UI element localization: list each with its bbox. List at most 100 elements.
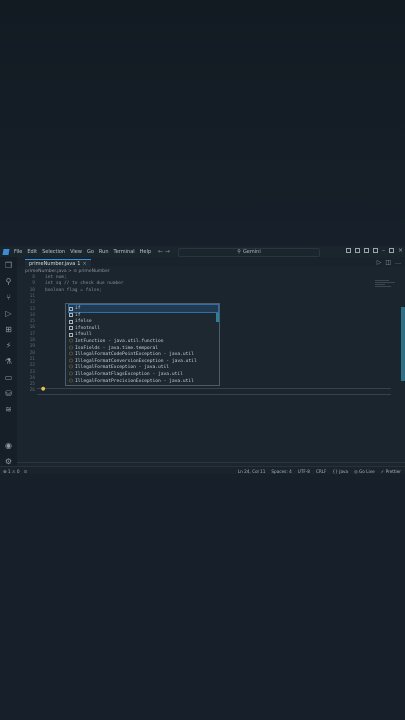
tab-primenumber[interactable]: primeNumber.java 1 × — [25, 259, 91, 268]
search-icon: ⚲ — [237, 249, 241, 255]
line-number: 12 — [29, 300, 35, 306]
class-icon: ⬡ — [69, 352, 74, 358]
editor-tabs: primeNumber.java 1 × ▷ ◫ … — [17, 257, 405, 268]
title-bar: File Edit Selection View Go Run Terminal… — [0, 246, 405, 257]
vscode-window: File Edit Selection View Go Run Terminal… — [0, 246, 405, 475]
menu-edit[interactable]: Edit — [27, 249, 37, 255]
line-number: 10 — [29, 287, 35, 293]
menu-selection[interactable]: Selection — [42, 249, 65, 255]
snippet-icon — [69, 332, 73, 337]
prettier-status[interactable]: ✓ Prettier — [381, 469, 401, 474]
customize-layout-icon[interactable] — [372, 248, 378, 253]
menu-help[interactable]: Help — [140, 249, 151, 255]
editor-scrollbar[interactable] — [401, 307, 405, 381]
toggle-panel-icon[interactable] — [354, 248, 360, 253]
menu-bar: File Edit Selection View Go Run Terminal… — [14, 249, 151, 255]
keyword-icon — [69, 306, 73, 311]
command-center-label: Gemini — [242, 249, 261, 255]
go-live-button[interactable]: ◎ Go Live — [354, 469, 375, 474]
run-debug-icon[interactable]: ▷ — [4, 309, 13, 318]
encoding[interactable]: UTF-8 — [298, 469, 310, 474]
current-line-highlight — [37, 388, 391, 395]
language-mode[interactable]: {} Java — [333, 469, 349, 474]
line-number: 21 — [29, 356, 35, 362]
suggestion-item[interactable]: ⬡ IllegalFormatPrecisionException - java.… — [69, 378, 218, 385]
nav-arrows[interactable]: ← → — [158, 248, 170, 255]
toggle-secondary-sidebar-icon[interactable] — [363, 248, 369, 253]
class-icon: ⬡ — [69, 378, 74, 384]
run-icon[interactable]: ▷ — [377, 259, 382, 266]
ports-indicator[interactable]: ⊙ — [24, 469, 28, 474]
line-number: 15 — [29, 319, 35, 325]
suggestion-label: ifelse — [75, 319, 92, 325]
extensions-icon[interactable]: ⊞ — [4, 325, 13, 334]
code-editor[interactable]: 8 9 10 11 12 13 14 15 16 17 18 19 20 21 … — [17, 275, 405, 462]
database-icon[interactable]: ⛁ — [4, 389, 13, 398]
vscode-logo-icon — [2, 248, 10, 255]
indentation[interactable]: Spaces: 4 — [271, 469, 291, 474]
line-number: 13 — [29, 306, 35, 312]
activity-bar: ❐ ⚲ ⑂ ▷ ⊞ ⚡ ⚗ ▭ ⛁ ≋ ◉ ⚙ — [0, 257, 17, 474]
line-number: 11 — [29, 293, 35, 299]
suggestion-label: ifnull — [75, 332, 92, 338]
status-right: Ln 24, Col 11 Spaces: 4 UTF-8 CRLF {} Ja… — [238, 469, 401, 474]
command-center-search[interactable]: ⚲ Gemini — [178, 247, 320, 257]
suggestion-label: IllegalFormatCodePointException - java.u… — [75, 352, 194, 358]
line-number: 23 — [29, 369, 35, 375]
line-number: 26 — [29, 388, 35, 394]
menu-view[interactable]: View — [70, 249, 82, 255]
close-icon[interactable]: × — [82, 261, 86, 267]
suggestion-label: IllegalFormatPrecisionException - java.u… — [75, 378, 194, 384]
remote-explorer-icon[interactable]: ▭ — [4, 373, 13, 382]
account-icon[interactable]: ◉ — [4, 441, 13, 450]
menu-file[interactable]: File — [14, 249, 22, 255]
suggestion-label: IntFunction - java.util.function — [75, 339, 164, 344]
cursor-position[interactable]: Ln 24, Col 11 — [238, 469, 266, 474]
class-icon: ⬡ — [69, 345, 74, 351]
editor-actions: ▷ ◫ … — [377, 259, 401, 266]
line-number: 24 — [29, 375, 35, 381]
line-number: 17 — [29, 331, 35, 337]
snippet-icon — [69, 326, 73, 331]
class-icon: ⬡ — [69, 365, 74, 371]
minimap[interactable] — [375, 279, 397, 288]
settings-gear-icon[interactable]: ⚙ — [4, 457, 13, 466]
breadcrumb[interactable]: primeNumber.java > ⊙ primeNumber — [25, 269, 110, 274]
panel-divider — [17, 462, 405, 463]
suggestion-label: IllegalFormatConversionException - java.… — [75, 358, 197, 364]
suggestion-label: IllegalFormatFlagsException - java.util — [75, 372, 183, 377]
line-number: 19 — [29, 344, 35, 350]
menu-go[interactable]: Go — [87, 249, 94, 255]
line-ending[interactable]: CRLF — [316, 469, 327, 474]
testing-icon[interactable]: ⚗ — [4, 357, 13, 366]
layers-icon[interactable]: ≋ — [4, 405, 13, 414]
lightbulb-icon[interactable]: ● — [41, 386, 45, 392]
class-icon: ⬡ — [69, 358, 74, 364]
source-control-icon[interactable]: ⑂ — [4, 293, 13, 302]
split-editor-icon[interactable]: ◫ — [385, 259, 391, 266]
suggestion-label: IllegalFormatException - java.util — [75, 365, 170, 371]
minimize-icon[interactable]: – — [382, 248, 385, 254]
line-number: 20 — [29, 350, 35, 356]
menu-terminal[interactable]: Terminal — [114, 249, 135, 255]
maximize-icon[interactable] — [388, 248, 394, 253]
line-number: 9 — [32, 281, 35, 287]
menu-run[interactable]: Run — [99, 249, 109, 255]
search-icon[interactable]: ⚲ — [4, 277, 13, 286]
live-share-icon[interactable]: ⚡ — [4, 341, 13, 350]
snippet-icon — [69, 319, 73, 324]
suggestion-label: if — [75, 312, 81, 318]
line-number: 25 — [29, 382, 35, 388]
line-number: 14 — [29, 312, 35, 318]
suggestion-widget: if if ifelse ifnotnull ifnull ⬡ IntFuncti… — [65, 303, 220, 386]
suggestion-label: if — [75, 306, 81, 311]
code-line: boolean flag = false; — [45, 287, 102, 293]
explorer-icon[interactable]: ❐ — [4, 261, 13, 270]
more-actions-icon[interactable]: … — [395, 259, 401, 266]
keyword-icon — [69, 313, 73, 318]
suggestion-label: ifnotnull — [75, 325, 100, 331]
tab-label: primeNumber.java — [29, 261, 76, 267]
close-window-icon[interactable]: × — [398, 248, 403, 254]
toggle-sidebar-icon[interactable] — [345, 248, 351, 253]
problems-indicator[interactable]: ⊗ 1 ⚠ 0 — [3, 469, 20, 474]
